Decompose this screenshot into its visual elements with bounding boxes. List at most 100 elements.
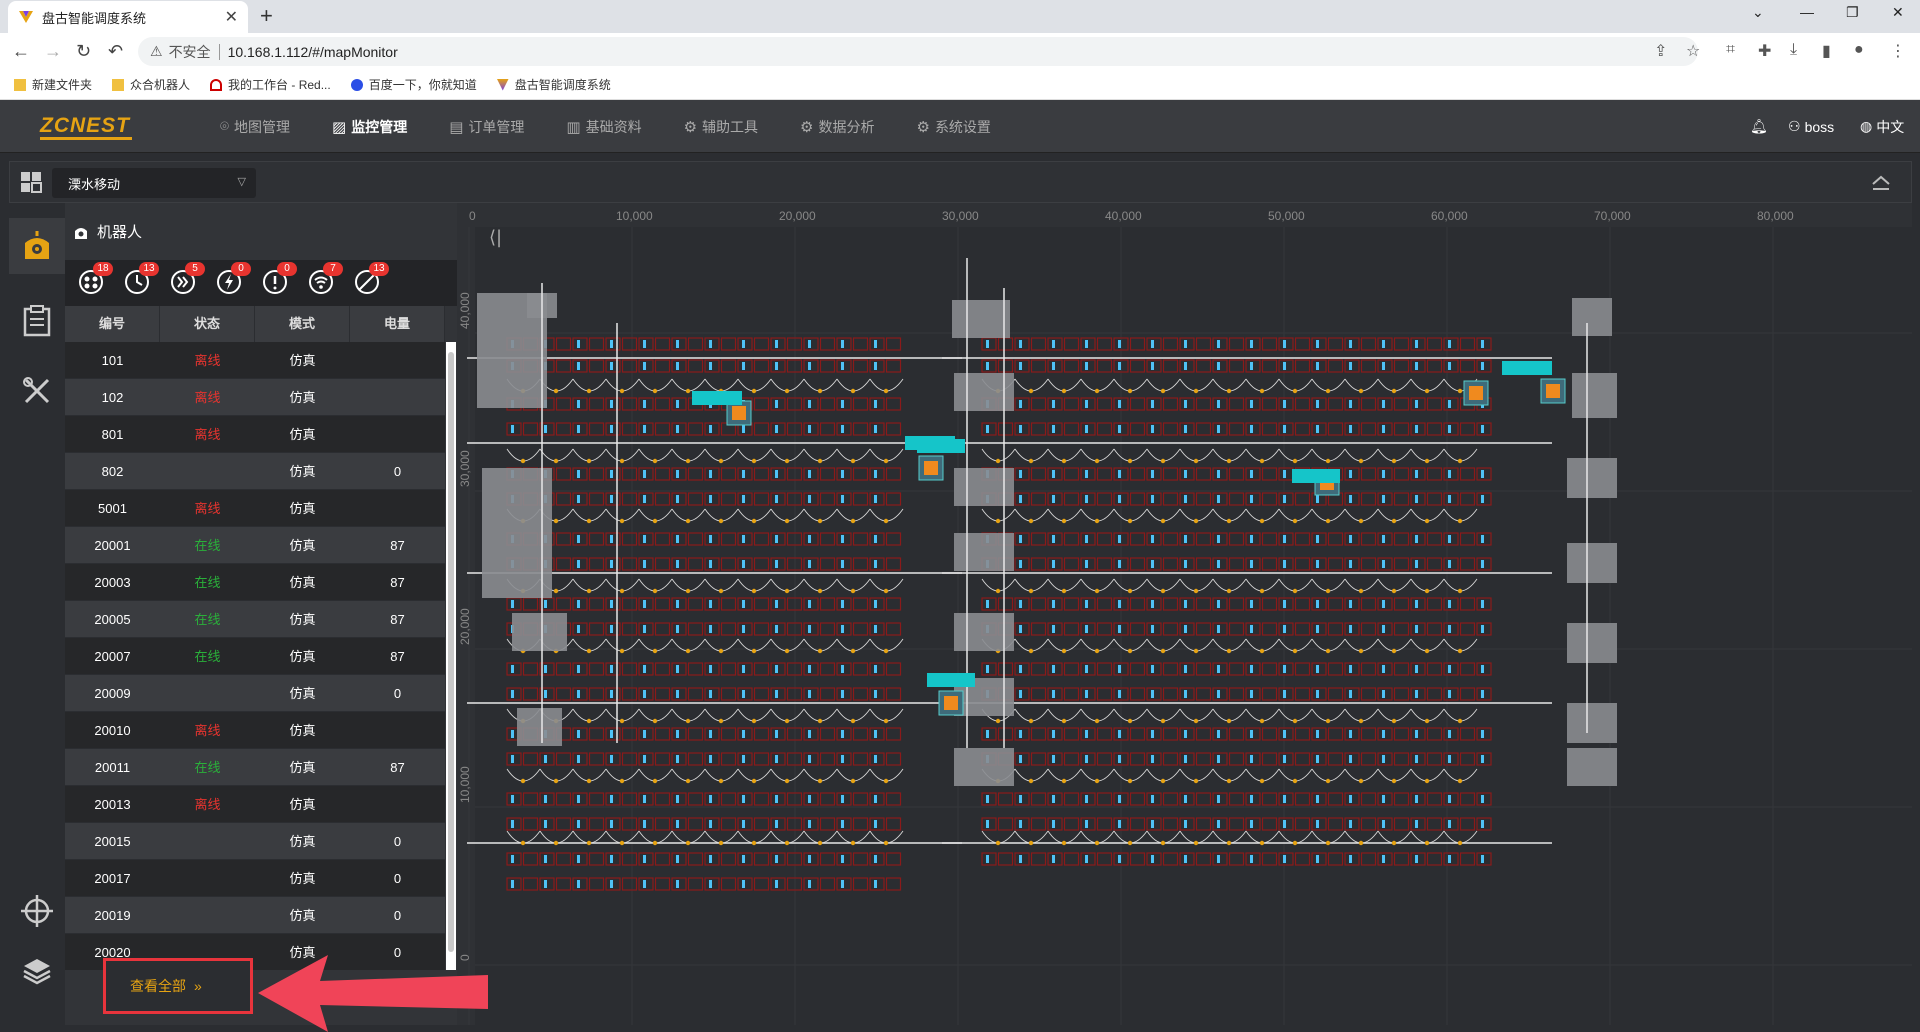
- view-all-button[interactable]: 查看全部 »: [103, 958, 253, 1014]
- reload-button[interactable]: ↻: [76, 41, 91, 61]
- rack-slot: [555, 597, 572, 611]
- table-row[interactable]: 20015 仿真 0: [65, 823, 445, 860]
- robot-table-scrollbar[interactable]: [446, 342, 456, 970]
- rack-slot: [1129, 687, 1146, 701]
- table-row[interactable]: 20011 在线 仿真 87: [65, 749, 445, 786]
- nav-monitor-management[interactable]: ▨ 监控管理: [332, 100, 407, 153]
- table-row[interactable]: 802 仿真 0: [65, 453, 445, 490]
- user-menu[interactable]: ⚇ boss: [1788, 100, 1834, 153]
- crosshair-icon: [21, 895, 53, 927]
- rack-marker: [1283, 535, 1286, 543]
- sidebar-icon[interactable]: ▮: [1822, 41, 1831, 61]
- rail-tasks[interactable]: [9, 293, 65, 349]
- rack-slot: [621, 422, 638, 436]
- rack-marker: [1283, 362, 1286, 370]
- column-header-battery[interactable]: 电量: [350, 306, 445, 342]
- rack-marker: [1415, 625, 1418, 633]
- rack-marker: [1448, 625, 1451, 633]
- filter-online[interactable]: 7: [307, 262, 343, 296]
- path-node: [1325, 778, 1331, 784]
- warehouse-map[interactable]: 0 10,000 20,000 30,000 40,000 50,000 60,000 70,…: [457, 203, 1912, 1025]
- close-window-button[interactable]: ✕: [1892, 4, 1904, 21]
- rack-marker: [1283, 625, 1286, 633]
- menu-icon[interactable]: ⋮: [1890, 41, 1906, 61]
- rail-locate[interactable]: [9, 883, 65, 939]
- nav-basic-data[interactable]: ▥ 基础资料: [566, 100, 641, 153]
- column-header-id[interactable]: 编号: [65, 306, 160, 342]
- bookmark-item[interactable]: 众合机器人: [112, 76, 190, 93]
- new-tab-button[interactable]: +: [260, 4, 273, 28]
- bookmark-item[interactable]: 我的工作台 - Red...: [210, 76, 331, 93]
- language-switch[interactable]: ◍ 中文: [1860, 100, 1904, 153]
- table-row[interactable]: 20017 仿真 0: [65, 860, 445, 897]
- table-row[interactable]: 5001 离线 仿真: [65, 490, 445, 527]
- rack-slot: [997, 817, 1014, 831]
- filter-offline[interactable]: 13: [353, 262, 389, 296]
- bookmark-item[interactable]: 新建文件夹: [14, 76, 92, 93]
- table-row[interactable]: 20003 在线 仿真 87: [65, 564, 445, 601]
- table-row[interactable]: 20019 仿真 0: [65, 897, 445, 934]
- download-icon[interactable]: ⤓: [1790, 41, 1797, 59]
- nav-data-analysis[interactable]: ⚙ 数据分析: [800, 100, 874, 153]
- map-canvas[interactable]: 0 10,000 20,000 30,000 40,000 50,000 60,000 70,…: [457, 203, 1912, 1025]
- cell-id: 5001: [98, 501, 127, 516]
- forward-button[interactable]: →: [44, 41, 62, 61]
- share-icon[interactable]: ⇪: [1654, 41, 1667, 61]
- rail-robot-monitor[interactable]: [9, 218, 65, 274]
- table-row[interactable]: 20013 离线 仿真: [65, 786, 445, 823]
- extensions-icon[interactable]: ✚: [1758, 41, 1771, 61]
- table-row[interactable]: 801 离线 仿真: [65, 416, 445, 453]
- column-header-mode[interactable]: 模式: [255, 306, 350, 342]
- path-node: [685, 648, 691, 654]
- rack-marker: [577, 600, 580, 608]
- scrollbar-thumb[interactable]: [448, 352, 454, 952]
- tab-search-icon[interactable]: ⌄: [1752, 4, 1764, 21]
- nav-map-management[interactable]: ⌾ 地图管理: [220, 100, 290, 153]
- table-row[interactable]: 102 离线 仿真: [65, 379, 445, 416]
- crop-icon[interactable]: ⌗: [1726, 41, 1735, 59]
- browser-tab[interactable]: 盘古智能调度系统 ✕: [8, 1, 248, 33]
- rack-slot: [885, 792, 902, 806]
- table-row[interactable]: 20007 在线 仿真 87: [65, 638, 445, 675]
- nav-auxiliary-tools[interactable]: ⚙ 辅助工具: [684, 100, 758, 153]
- profile-icon[interactable]: ●: [1854, 41, 1864, 59]
- rack-marker: [511, 820, 514, 828]
- restore-button[interactable]: ❐: [1846, 4, 1859, 21]
- collapse-panel-icon[interactable]: ⟨|: [489, 227, 502, 248]
- bookmark-item[interactable]: 百度一下，你就知道: [350, 76, 477, 93]
- table-row[interactable]: 20009 仿真 0: [65, 675, 445, 712]
- bookmark-item[interactable]: 盘古智能调度系统: [496, 76, 611, 93]
- filter-alert[interactable]: 0: [261, 262, 297, 296]
- rack-marker: [676, 362, 679, 370]
- filter-charging[interactable]: 0: [215, 262, 251, 296]
- rack-slot: [1426, 359, 1443, 373]
- table-row[interactable]: 20010 离线 仿真: [65, 712, 445, 749]
- table-row[interactable]: 20001 在线 仿真 87: [65, 527, 445, 564]
- filter-idle[interactable]: 13: [123, 262, 159, 296]
- nav-order-management[interactable]: ▤ 订单管理: [449, 100, 524, 153]
- filter-all[interactable]: 18: [77, 262, 113, 296]
- undo-icon[interactable]: ↶: [108, 41, 123, 61]
- notification-bell-icon[interactable]: 🔔︎: [1750, 100, 1768, 153]
- filter-running[interactable]: 5: [169, 262, 205, 296]
- close-tab-icon[interactable]: ✕: [225, 7, 238, 27]
- rack-marker: [1184, 400, 1187, 408]
- rack-slot: [522, 422, 539, 436]
- table-row[interactable]: 101 离线 仿真: [65, 342, 445, 379]
- rack-slot: [687, 752, 704, 766]
- bookmark-star-icon[interactable]: ☆: [1686, 41, 1700, 61]
- column-header-status[interactable]: 状态: [160, 306, 255, 342]
- nav-system-settings[interactable]: ⚙ 系统设置: [916, 100, 990, 153]
- site-select[interactable]: 溧水移动 ▽: [52, 168, 256, 198]
- cell-id: 102: [101, 390, 124, 405]
- rack-slot: [654, 359, 671, 373]
- layout-grid-icon[interactable]: [19, 170, 43, 194]
- rail-tools[interactable]: [9, 363, 65, 419]
- back-button[interactable]: ←: [12, 41, 30, 61]
- minimize-button[interactable]: —: [1800, 4, 1814, 20]
- rail-layers[interactable]: [9, 943, 65, 999]
- url-field[interactable]: ⚠ 不安全 10.168.1.112/#/mapMonitor: [138, 37, 1698, 66]
- table-row[interactable]: 20005 在线 仿真 87: [65, 601, 445, 638]
- collapse-up-icon[interactable]: [1871, 174, 1891, 192]
- rack-slot: [1393, 792, 1410, 806]
